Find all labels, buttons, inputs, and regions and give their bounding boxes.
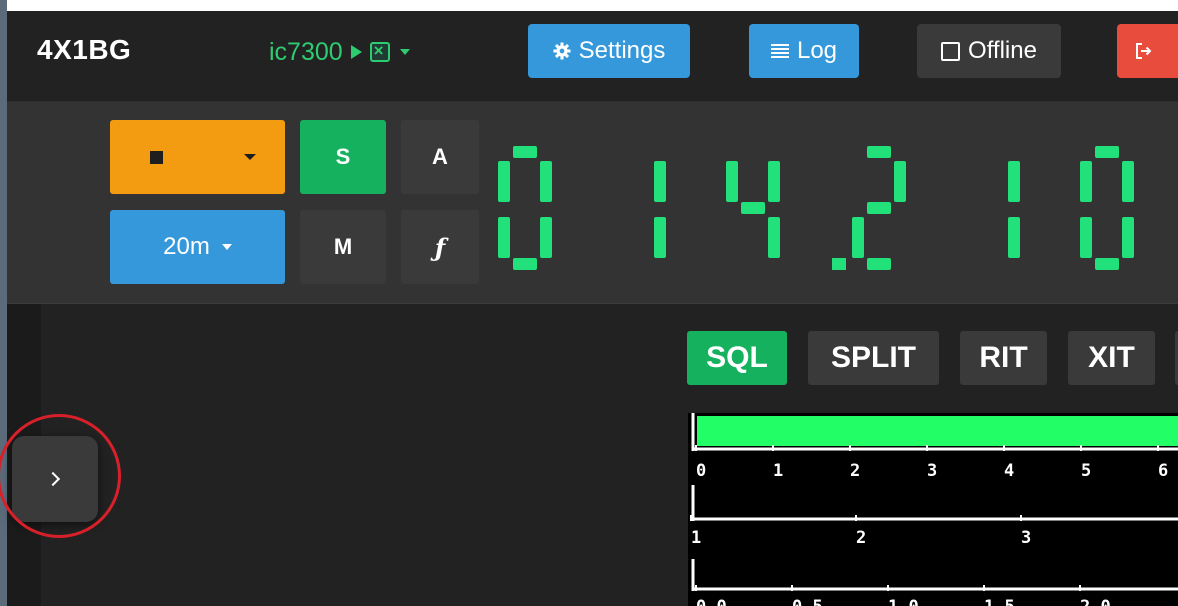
chevron-down-icon [399,49,410,55]
offline-toggle-button[interactable]: Offline [917,24,1061,78]
m-button[interactable]: M [300,210,386,284]
function-button[interactable]: ƒ [401,210,479,284]
meter-2-tick-label: 1.5 [984,597,1015,606]
frequency-display[interactable] [490,118,1178,288]
play-icon [350,45,362,59]
settings-label: Settings [578,37,666,64]
meter-0-tick-label: 0 [696,461,706,481]
meter-1-tick-label: 2 [856,528,866,548]
meter-0-tick-label: 5 [1081,461,1091,481]
brand-callsign: 4X1BG [37,34,132,65]
meter-0-tick-label: 6 [1158,461,1168,481]
radio-name: ic7300 [269,37,343,66]
radio-selector[interactable]: ic7300 [269,37,410,67]
settings-button[interactable]: Settings [528,24,690,78]
xit-toggle[interactable]: XIT [1068,331,1155,385]
log-button[interactable]: Log [749,24,859,78]
meter-1-tick-label: 1 [691,528,701,548]
frequency-digit-2 [726,161,780,258]
sql-toggle[interactable]: SQL [687,331,787,385]
checkbox-icon [941,41,961,61]
split-toggle[interactable]: SPLIT [808,331,939,385]
chevron-down-icon [244,154,256,160]
frequency-digit-3 [852,146,906,270]
meter-scales: 0 1 2 3 4 5 6 1 2 3 0.0 0.5 1.0 1.5 2.0 [690,413,1178,606]
meter-0-tick-label: 2 [850,461,860,481]
rit-toggle[interactable]: RIT [960,331,1047,385]
navbar-top-strip [7,0,1178,11]
a-button[interactable]: A [401,120,479,194]
chevron-right-icon [45,471,61,487]
sidebar-toggle-button[interactable] [12,436,98,522]
chevron-down-icon [221,244,232,250]
calendar-x-icon [369,41,390,62]
meter-1-tick-label: 3 [1021,528,1031,548]
mode-dropdown[interactable] [110,120,285,194]
app-window: 4X1BG ic7300 Settings Log [0,0,1178,606]
meter-0-tick-label: 3 [927,461,937,481]
meter-0-tick-label: 1 [773,461,783,481]
frequency-digit-5 [1080,146,1134,270]
logout-button[interactable] [1117,24,1178,78]
offline-label: Offline [968,37,1037,64]
frequency-digit-0 [498,146,552,270]
s-button[interactable]: S [300,120,386,194]
band-label: 20m [163,233,210,260]
meter-2-tick-label: 2.0 [1080,597,1111,606]
sign-out-icon [1136,43,1152,59]
meter-2-tick-label: 1.0 [888,597,919,606]
meter-2-tick-label: 0.5 [792,597,823,606]
band-dropdown[interactable]: 20m [110,210,285,284]
gear-icon [553,42,571,60]
seven-segment-frequency [498,146,1134,270]
meter-0-tick-label: 4 [1004,461,1014,481]
frequency-digit-1 [654,161,666,258]
left-edge-bar [0,0,7,606]
meter-0-bar [697,416,1178,446]
log-label: Log [796,37,838,64]
meter-panel: 0 1 2 3 4 5 6 1 2 3 0.0 0.5 1.0 1.5 2.0 [688,413,1178,606]
frequency-decimal-point [832,258,846,270]
stop-icon [150,151,163,164]
frequency-digit-4 [1008,161,1020,258]
meter-2-tick-label: 0.0 [696,597,727,606]
list-icon [770,44,789,58]
